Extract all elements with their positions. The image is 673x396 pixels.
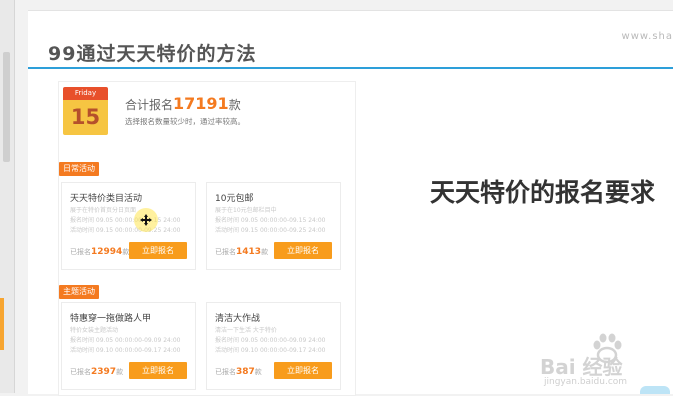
card-signup-time: 报名时间 09.05 00:00:00-09.09 24:00: [215, 337, 326, 344]
page-title: 99通过天天特价的方法: [48, 43, 257, 65]
signup-button[interactable]: 立即报名: [129, 362, 187, 379]
card-desc: 展于在特价首页分日页面: [70, 207, 137, 214]
card-signed: 已报名12994款: [70, 247, 129, 257]
card-signup-time: 报名时间 09.05 00:00:00-09.15 24:00: [70, 217, 181, 224]
card-desc: 展于在10元包邮栏目中: [215, 207, 277, 214]
card-desc: 清洁一下生活 大于特价: [215, 327, 277, 334]
total-count: 17191: [173, 94, 229, 113]
card-title: 10元包邮: [215, 194, 254, 204]
card-desc: 特价女装主题活动: [70, 327, 119, 334]
card-activity-time: 活动时间 09.15 00:00:00-09.25 24:00: [215, 227, 326, 234]
left-scrollbar[interactable]: [0, 0, 15, 393]
signed-label: 已报名: [70, 248, 91, 256]
signed-count: 12994: [91, 247, 123, 257]
activity-card: 10元包邮 展于在10元包邮栏目中 报名时间 09.05 00:00:00-09…: [206, 182, 341, 270]
signup-button[interactable]: 立即报名: [274, 362, 332, 379]
card-title: 特惠穿一拖做路人甲: [70, 314, 152, 324]
card-signup-time: 报名时间 09.05 00:00:00-09.15 24:00: [215, 217, 326, 224]
baidu-logo-text: Bai 经验: [540, 355, 623, 379]
calendar-day-number: 15: [63, 100, 108, 135]
signed-unit: 款: [261, 248, 269, 256]
slide-caption: 天天特价的报名要求: [430, 178, 656, 207]
theme-activity-tag: 主题活动: [59, 285, 99, 299]
card-activity-time: 活动时间 09.10 00:00:00-09.17 24:00: [215, 347, 326, 354]
calendar-day-name: Friday: [63, 87, 108, 100]
card-activity-time: 活动时间 09.15 00:00:00-09.25 24:00: [70, 227, 181, 234]
total-signups: 合计报名17191款: [125, 94, 241, 113]
signed-label: 已报名: [215, 368, 236, 376]
signup-button[interactable]: 立即报名: [274, 242, 332, 259]
activity-card: 特惠穿一拖做路人甲 特价女装主题活动 报名时间 09.05 00:00:00-0…: [61, 302, 196, 390]
activity-card: 天天特价类目活动 展于在特价首页分日页面 报名时间 09.05 00:00:00…: [61, 182, 196, 270]
card-title: 天天特价类目活动: [70, 194, 143, 204]
card-title: 清洁大作战: [215, 314, 261, 324]
signed-unit: 款: [116, 368, 124, 376]
signup-button[interactable]: 立即报名: [129, 242, 187, 259]
signed-count: 2397: [91, 367, 117, 377]
title-divider: [28, 67, 673, 69]
pass-rate-note: 选择报名数量较少时，通过率较高。: [125, 117, 245, 126]
scrollbar-thumb[interactable]: [3, 52, 10, 162]
signed-count: 387: [236, 367, 255, 377]
daily-activity-tag: 日常活动: [59, 162, 99, 176]
card-signup-time: 报名时间 09.05 00:00:00-09.09 24:00: [70, 337, 181, 344]
signed-label: 已报名: [215, 248, 236, 256]
total-unit: 款: [228, 98, 241, 112]
card-signed: 已报名387款: [215, 367, 262, 377]
activity-card: 清洁大作战 清洁一下生活 大于特价 报名时间 09.05 00:00:00-09…: [206, 302, 341, 390]
card-activity-time: 活动时间 09.10 00:00:00-09.17 24:00: [70, 347, 181, 354]
slide: www.sha 99通过天天特价的方法 Friday 15 合计报名17191款…: [28, 10, 673, 396]
card-signed: 已报名1413款: [215, 247, 268, 257]
signed-unit: 款: [254, 368, 262, 376]
baidu-url: jingyan.baidu.com: [544, 377, 628, 387]
mouse-cursor: [134, 208, 158, 232]
activity-panel: Friday 15 合计报名17191款 选择报名数量较少时，通过率较高。 日常…: [58, 81, 356, 396]
card-signed: 已报名2397款: [70, 367, 123, 377]
signed-label: 已报名: [70, 368, 91, 376]
signed-count: 1413: [236, 247, 262, 257]
left-edge-marker: [0, 298, 4, 350]
move-cursor-icon: [140, 214, 152, 226]
calendar-icon: Friday 15: [63, 87, 108, 137]
watermark-url: www.sha: [621, 31, 673, 42]
total-prefix: 合计报名: [125, 98, 174, 112]
